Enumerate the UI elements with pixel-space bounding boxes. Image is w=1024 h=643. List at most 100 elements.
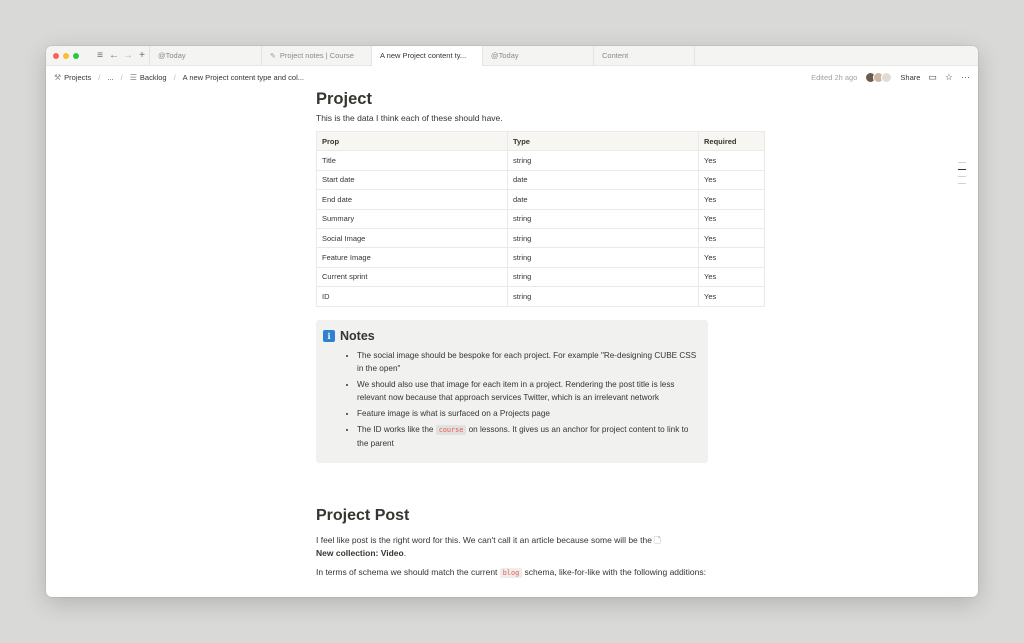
breadcrumb-projects[interactable]: Projects bbox=[64, 73, 91, 82]
tab-today-2[interactable]: @Today bbox=[482, 46, 593, 66]
window-controls bbox=[53, 52, 93, 59]
notes-list: The social image should be bespoke for e… bbox=[357, 349, 698, 450]
tab-label: @Today bbox=[158, 51, 186, 60]
tab-label: A new Project content ty... bbox=[380, 51, 467, 60]
forward-arrow-icon[interactable]: → bbox=[121, 50, 135, 61]
table-row: Social Image string Yes bbox=[316, 227, 765, 249]
breadcrumb-separator: / bbox=[173, 72, 176, 82]
callout-header: i Notes bbox=[323, 329, 698, 343]
inline-code: course bbox=[435, 424, 467, 435]
table-cell[interactable]: string bbox=[507, 150, 699, 171]
notes-callout: i Notes The social image should be bespo… bbox=[316, 319, 708, 463]
tab-active-page[interactable]: A new Project content ty... bbox=[371, 46, 482, 66]
table-cell[interactable]: date bbox=[507, 189, 699, 210]
page-link-icon: 🗋 bbox=[654, 535, 661, 545]
sidebar-menu-icon[interactable]: ≡ bbox=[93, 50, 107, 61]
tab-today-1[interactable]: @Today bbox=[149, 46, 261, 66]
tab-project-notes[interactable]: ✎ Project notes | Course bbox=[261, 46, 371, 66]
maximize-window-button[interactable] bbox=[73, 52, 79, 59]
topbar-actions: Edited 2h ago Share ▭ ☆ ··· bbox=[811, 71, 970, 83]
tab-label: Content bbox=[602, 51, 629, 60]
table-cell[interactable]: Yes bbox=[698, 247, 765, 268]
table-header-row: Prop Type Required bbox=[316, 130, 765, 152]
table-cell[interactable]: Social Image bbox=[316, 227, 508, 249]
table-row: Start date date Yes bbox=[316, 169, 765, 191]
tab-label: Project notes | Course bbox=[279, 51, 354, 60]
page-content: Project This is the data I think each of… bbox=[316, 88, 776, 580]
list-item-text: The ID works like the bbox=[357, 424, 434, 434]
table-cell[interactable]: date bbox=[507, 169, 699, 191]
table-cell[interactable]: Feature Image bbox=[316, 247, 508, 268]
paragraph-text: In terms of schema we should match the c… bbox=[316, 566, 498, 577]
table-cell[interactable]: ID bbox=[316, 286, 508, 307]
tab-bar: ≡ ← → + @Today ✎ Project notes | Course … bbox=[46, 46, 978, 66]
comment-icon[interactable]: ▭ bbox=[928, 72, 937, 83]
column-header-prop: Prop bbox=[316, 130, 508, 152]
paragraph-text: schema, like-for-like with the following… bbox=[524, 566, 706, 577]
table-cell[interactable]: Title bbox=[316, 150, 508, 171]
column-header-type: Type bbox=[507, 130, 699, 152]
table-cell[interactable]: Current sprint bbox=[316, 266, 508, 288]
table-cell[interactable]: Yes bbox=[698, 150, 765, 171]
project-heading: Project bbox=[316, 90, 372, 108]
table-cell[interactable]: string bbox=[507, 266, 699, 288]
table-row: Summary string Yes bbox=[316, 208, 765, 229]
breadcrumb-separator: / bbox=[98, 72, 101, 82]
app-window: ≡ ← → + @Today ✎ Project notes | Course … bbox=[46, 46, 978, 597]
close-window-button[interactable] bbox=[53, 52, 59, 59]
avatar bbox=[881, 71, 893, 83]
table-row: Title string Yes bbox=[316, 150, 765, 171]
list-item: The social image should be bespoke for e… bbox=[357, 349, 698, 375]
post-paragraph-2: In terms of schema we should match the c… bbox=[316, 566, 776, 580]
post-paragraph-1: I feel like post is the right word for t… bbox=[316, 534, 776, 560]
toc-marker bbox=[958, 176, 966, 177]
tab-empty-area bbox=[694, 46, 978, 66]
table-cell[interactable]: End date bbox=[316, 189, 508, 210]
tab-content[interactable]: Content bbox=[593, 46, 694, 66]
top-bar: ⚒ Projects / ... / ☰ Backlog / A new Pro… bbox=[46, 66, 978, 88]
breadcrumb-current-page[interactable]: A new Project content type and col... bbox=[183, 73, 304, 82]
collaborator-avatars[interactable] bbox=[865, 71, 893, 83]
callout-title: Notes bbox=[340, 328, 375, 343]
toc-marker-active bbox=[958, 169, 966, 170]
back-arrow-icon[interactable]: ← bbox=[107, 50, 121, 61]
breadcrumb-separator: / bbox=[120, 72, 123, 82]
hammer-icon: ⚒ bbox=[54, 72, 62, 82]
list-item: Feature image is what is surfaced on a P… bbox=[357, 407, 698, 420]
breadcrumb-backlog[interactable]: Backlog bbox=[140, 73, 167, 82]
project-intro: This is the data I think each of these s… bbox=[316, 113, 503, 123]
table-cell[interactable]: Summary bbox=[316, 208, 508, 229]
table-cell[interactable]: Yes bbox=[698, 227, 765, 249]
table-cell[interactable]: Yes bbox=[698, 208, 765, 229]
tab-label: @Today bbox=[491, 51, 519, 60]
table-cell[interactable]: Yes bbox=[698, 266, 765, 288]
list-item: We should also use that image for each i… bbox=[357, 378, 698, 404]
table-cell[interactable]: string bbox=[507, 227, 699, 249]
page-mention-link[interactable]: New collection: Video bbox=[316, 548, 404, 558]
info-icon[interactable]: i bbox=[323, 329, 335, 342]
breadcrumb: ⚒ Projects / ... / ☰ Backlog / A new Pro… bbox=[54, 73, 304, 82]
share-button[interactable]: Share bbox=[900, 73, 920, 82]
breadcrumb-ellipsis[interactable]: ... bbox=[107, 73, 113, 82]
list-item: The ID works like the course on lessons.… bbox=[357, 423, 698, 450]
minimize-window-button[interactable] bbox=[63, 52, 69, 59]
table-row: Feature Image string Yes bbox=[316, 247, 765, 268]
edited-timestamp: Edited 2h ago bbox=[811, 72, 858, 82]
table-cell[interactable]: string bbox=[507, 286, 699, 307]
table-cell[interactable]: Start date bbox=[316, 169, 508, 191]
table-cell[interactable]: string bbox=[507, 247, 699, 268]
table-row: End date date Yes bbox=[316, 189, 765, 210]
new-tab-plus-icon[interactable]: + bbox=[135, 50, 149, 61]
table-cell[interactable]: Yes bbox=[698, 189, 765, 210]
edit-icon: ✎ bbox=[270, 52, 276, 60]
table-row: ID string Yes bbox=[316, 286, 765, 307]
paragraph-text: I feel like post is the right word for t… bbox=[316, 534, 652, 545]
table-of-contents-minimap[interactable] bbox=[958, 162, 966, 184]
table-cell[interactable]: string bbox=[507, 208, 699, 229]
toc-marker bbox=[958, 183, 966, 184]
more-options-icon[interactable]: ··· bbox=[961, 72, 970, 82]
table-cell[interactable]: Yes bbox=[698, 286, 765, 307]
star-icon[interactable]: ☆ bbox=[945, 72, 953, 83]
table-cell[interactable]: Yes bbox=[698, 169, 765, 191]
project-post-heading: Project Post bbox=[316, 506, 410, 524]
